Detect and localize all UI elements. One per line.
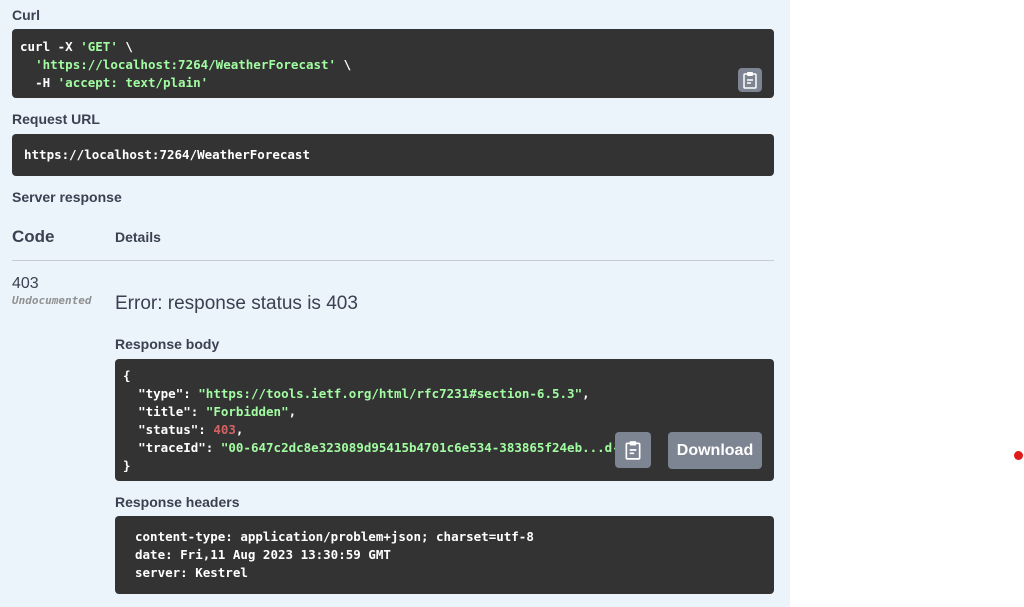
json-key-traceid: "traceId" bbox=[138, 440, 206, 455]
details-column-header: Details bbox=[115, 229, 161, 245]
curl-header: 'accept: text/plain' bbox=[57, 75, 209, 90]
json-value-type: "https://tools.ietf.org/html/rfc7231#sec… bbox=[198, 386, 583, 401]
curl-line-continuation: \ bbox=[117, 39, 133, 54]
header-date: date: Fri,11 Aug 2023 13:30:59 GMT bbox=[135, 547, 391, 562]
json-key-title: "title" bbox=[138, 404, 191, 419]
json-open-brace: { bbox=[123, 368, 131, 383]
request-url-block: https://localhost:7264/WeatherForecast bbox=[12, 134, 774, 176]
response-body-label: Response body bbox=[115, 336, 220, 352]
curl-header-flag: -H bbox=[35, 75, 58, 90]
clipboard-icon bbox=[625, 441, 641, 460]
responses-panel: Curl curl -X 'GET' \ 'https://localhost:… bbox=[0, 0, 790, 607]
download-button[interactable]: Download bbox=[668, 432, 762, 469]
json-key-type: "type" bbox=[138, 386, 184, 401]
request-url-value: https://localhost:7264/WeatherForecast bbox=[24, 147, 310, 162]
json-close-brace: } bbox=[123, 458, 131, 473]
server-response-label: Server response bbox=[12, 189, 122, 205]
header-server: server: Kestrel bbox=[135, 565, 248, 580]
curl-copy-button[interactable] bbox=[738, 68, 762, 92]
curl-command: curl -X bbox=[20, 39, 81, 54]
response-headers-label: Response headers bbox=[115, 494, 240, 510]
json-value-status: 403 bbox=[213, 422, 236, 437]
header-divider bbox=[12, 260, 774, 261]
json-value-title: "Forbidden" bbox=[205, 404, 289, 419]
clipboard-icon bbox=[743, 72, 757, 89]
json-key-status: "status" bbox=[138, 422, 199, 437]
response-copy-button[interactable] bbox=[615, 432, 651, 468]
error-message: Error: response status is 403 bbox=[115, 293, 358, 314]
header-content-type: content-type: application/problem+json; … bbox=[135, 529, 534, 544]
curl-line-continuation: \ bbox=[336, 57, 352, 72]
undocumented-tag: Undocumented bbox=[12, 294, 92, 307]
response-headers-block: content-type: application/problem+json; … bbox=[115, 516, 774, 594]
request-url-label: Request URL bbox=[12, 111, 100, 127]
cursor-marker bbox=[1014, 451, 1023, 460]
response-code: 403 bbox=[12, 275, 39, 292]
curl-label: Curl bbox=[12, 7, 40, 23]
curl-method: 'GET' bbox=[80, 39, 118, 54]
curl-code-block: curl -X 'GET' \ 'https://localhost:7264/… bbox=[12, 29, 774, 98]
json-value-traceid: "00-647c2dc8e323089d95415b4701c6e534-383… bbox=[220, 440, 643, 455]
curl-url: 'https://localhost:7264/WeatherForecast' bbox=[35, 57, 337, 72]
code-column-header: Code bbox=[12, 227, 55, 246]
